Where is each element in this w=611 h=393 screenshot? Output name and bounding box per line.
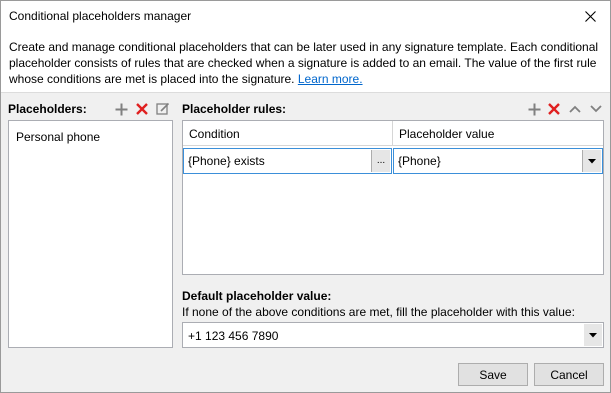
ellipsis-icon: ... — [376, 155, 386, 166]
rules-grid: Condition Placeholder value {Phone} exis… — [182, 120, 604, 275]
condition-cell[interactable]: {Phone} exists ... — [183, 148, 392, 174]
column-header-condition[interactable]: Condition — [183, 121, 393, 146]
condition-text: {Phone} exists — [188, 154, 265, 168]
close-button[interactable] — [578, 4, 602, 28]
learn-more-link[interactable]: Learn more. — [298, 72, 363, 86]
default-value-combobox[interactable]: +1 123 456 7890 — [182, 322, 604, 348]
add-placeholder-button[interactable] — [113, 101, 129, 117]
move-rule-up-button[interactable] — [567, 101, 583, 117]
default-value-dropdown-button[interactable] — [584, 324, 602, 346]
arrow-up-icon — [569, 105, 581, 113]
placeholder-value-text: {Phone} — [398, 154, 441, 168]
add-rule-button[interactable] — [526, 101, 542, 117]
edit-icon — [156, 102, 170, 115]
default-value-hint: If none of the above conditions are met,… — [182, 305, 575, 319]
placeholder-value-cell[interactable]: {Phone} — [393, 148, 603, 174]
delete-rule-button[interactable] — [546, 101, 562, 117]
edit-placeholder-button[interactable] — [155, 101, 171, 117]
dialog-window: Conditional placeholders manager Create … — [0, 0, 611, 393]
arrow-down-icon — [590, 105, 602, 113]
title-bar: Conditional placeholders manager — [1, 1, 610, 31]
placeholders-label: Placeholders: — [8, 102, 87, 116]
list-item[interactable]: Personal phone — [10, 122, 171, 150]
placeholder-rules-label: Placeholder rules: — [182, 102, 287, 116]
column-header-placeholder-value[interactable]: Placeholder value — [393, 121, 603, 146]
plus-icon — [528, 103, 540, 115]
dropdown-arrow-icon — [588, 158, 596, 163]
edit-condition-button[interactable]: ... — [371, 150, 390, 172]
default-value-label: Default placeholder value: — [182, 289, 332, 303]
placeholders-list[interactable]: Personal phone — [8, 120, 173, 348]
dropdown-arrow-icon — [589, 332, 597, 337]
cancel-button[interactable]: Cancel — [534, 363, 604, 386]
delete-x-icon — [548, 103, 560, 115]
delete-placeholder-button[interactable] — [134, 101, 150, 117]
description-panel: Create and manage conditional placeholde… — [1, 31, 610, 93]
save-button[interactable]: Save — [458, 363, 528, 386]
default-value-text: +1 123 456 7890 — [188, 329, 279, 343]
delete-x-icon — [136, 103, 148, 115]
plus-icon — [115, 103, 127, 115]
placeholder-value-dropdown-button[interactable] — [582, 150, 601, 172]
move-rule-down-button[interactable] — [588, 101, 604, 117]
window-title: Conditional placeholders manager — [9, 9, 192, 23]
close-icon — [584, 10, 596, 22]
